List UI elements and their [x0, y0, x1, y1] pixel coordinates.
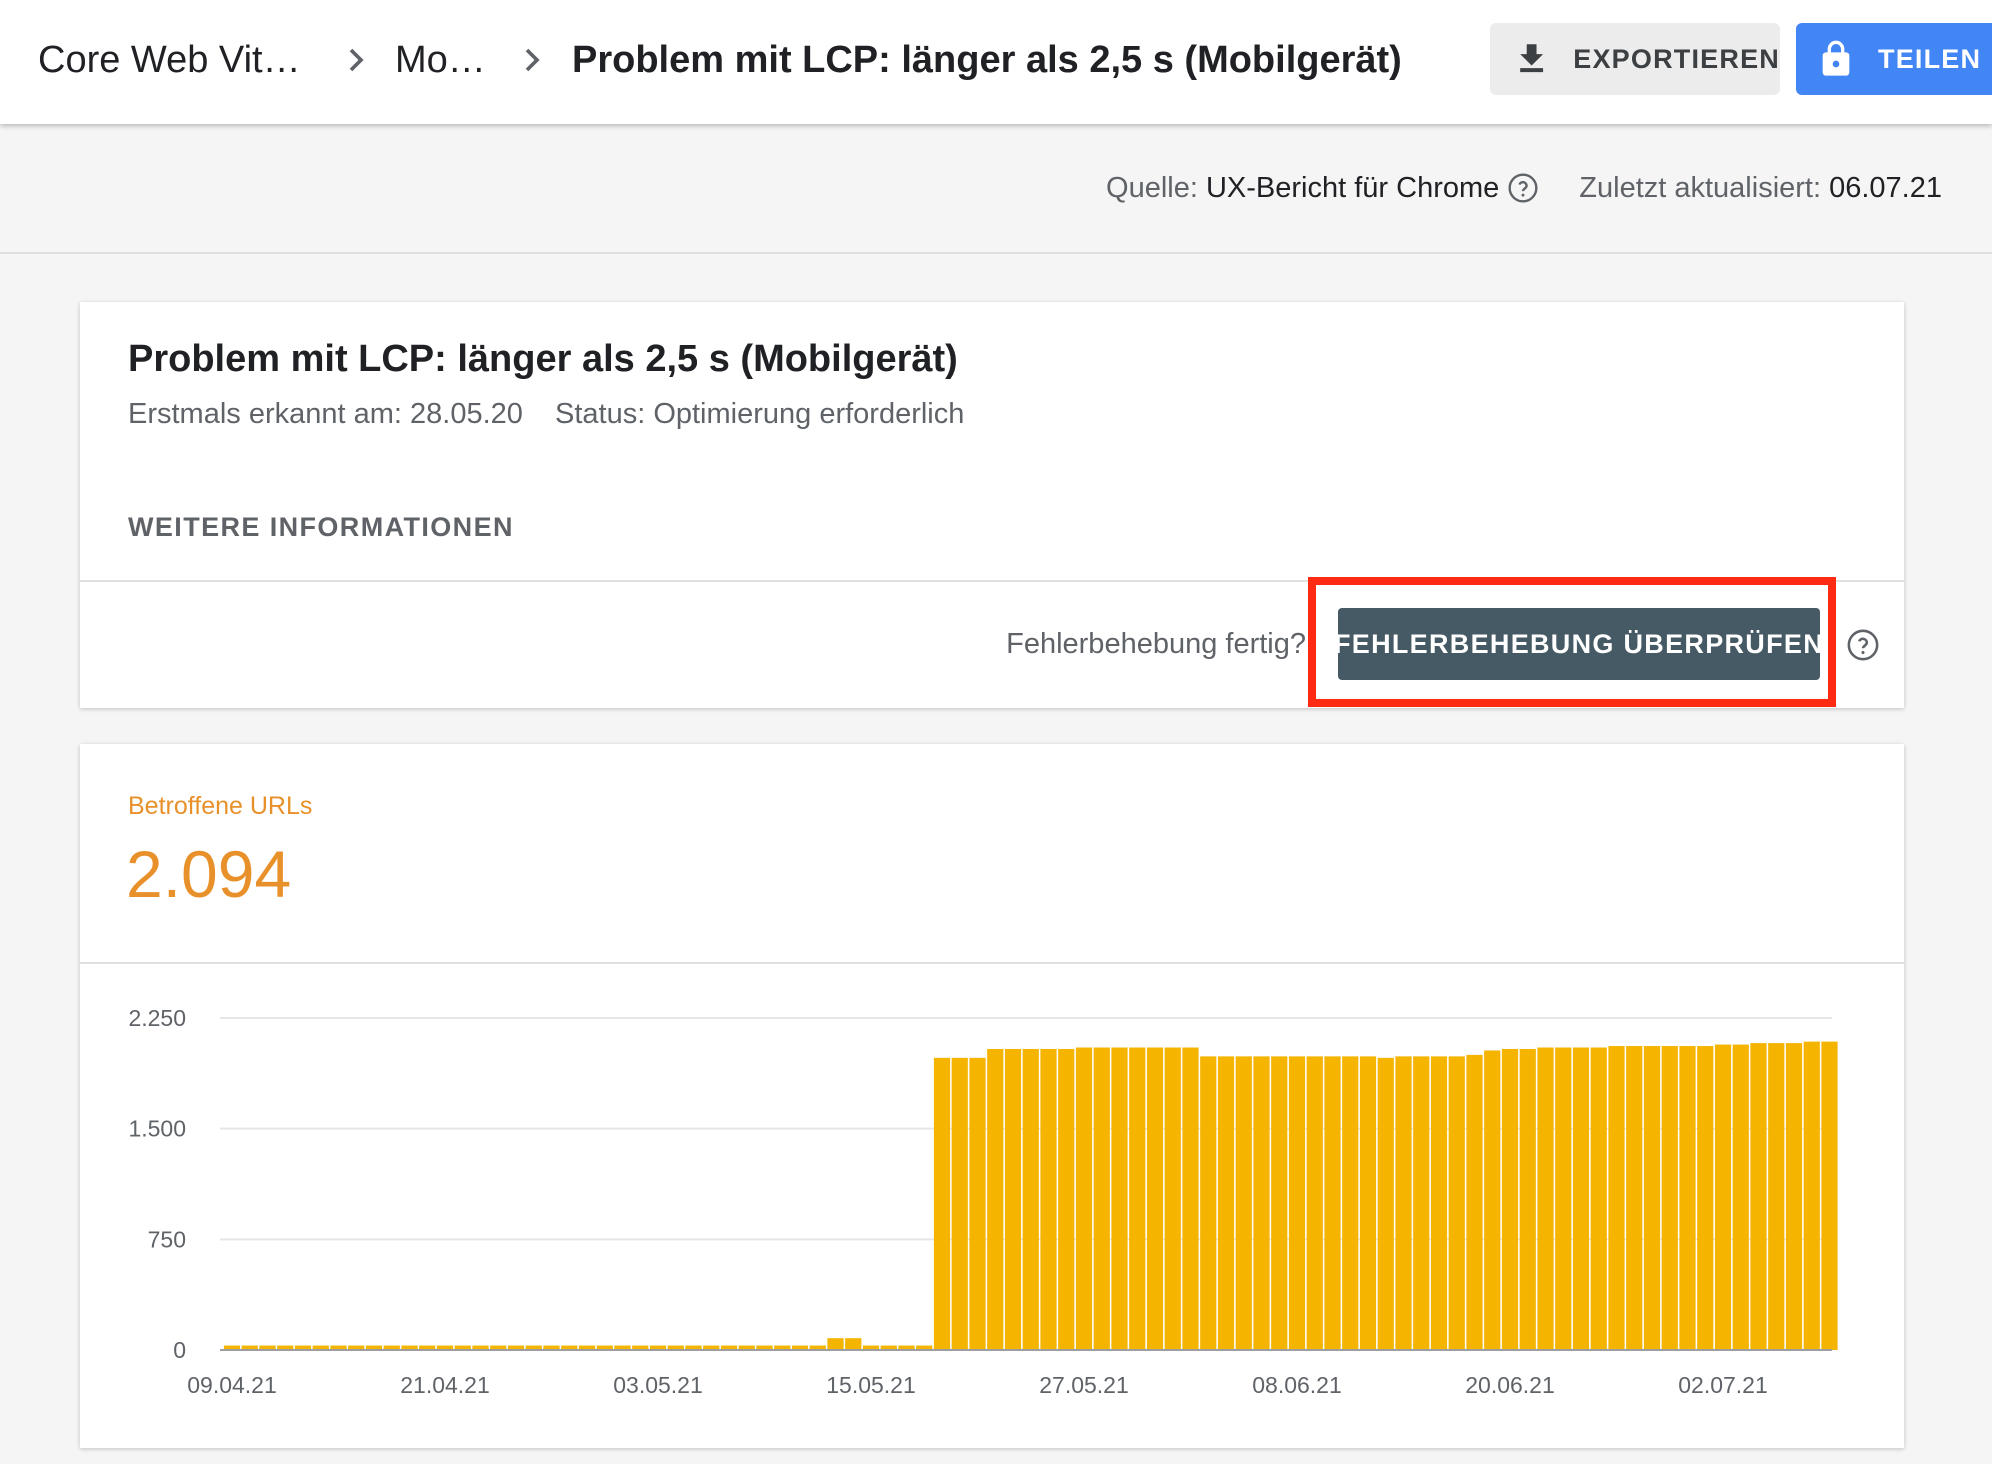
- bar: [1164, 1047, 1181, 1350]
- y-axis-tick-label: 1.500: [128, 1116, 186, 1142]
- breadcrumb-item-core-web-vitals[interactable]: Core Web Vit…: [38, 32, 301, 88]
- bar: [1555, 1047, 1572, 1350]
- x-axis-tick-label: 03.05.21: [613, 1372, 703, 1398]
- bar: [1626, 1046, 1643, 1350]
- bar: [987, 1048, 1004, 1350]
- y-axis-tick-label: 750: [148, 1226, 186, 1252]
- bar: [1146, 1047, 1164, 1350]
- bar: [1288, 1056, 1306, 1350]
- bar: [1430, 1056, 1448, 1350]
- x-axis-tick-label: 27.05.21: [1039, 1372, 1129, 1398]
- bar: [1714, 1044, 1732, 1350]
- bar: [1697, 1046, 1714, 1350]
- bar: [1661, 1046, 1678, 1350]
- bar: [1501, 1048, 1519, 1350]
- bar: [933, 1057, 951, 1350]
- bar: [1182, 1047, 1199, 1350]
- bar: [1111, 1047, 1128, 1350]
- bar: [1679, 1046, 1696, 1350]
- top-header: Core Web Vit… Mo… Problem mit LCP: länge…: [0, 0, 1992, 124]
- status-text: Status: Optimierung erforderlich: [554, 398, 965, 430]
- bar: [1821, 1041, 1838, 1350]
- more-info-link[interactable]: WEITERE INFORMATIONEN: [128, 512, 514, 543]
- bar: [1572, 1047, 1590, 1350]
- y-axis-tick-label: 2.250: [128, 1005, 186, 1031]
- updated-value: 06.07.21: [1829, 171, 1942, 204]
- help-icon[interactable]: [1507, 172, 1539, 204]
- x-axis-tick-label: 02.07.21: [1678, 1372, 1768, 1398]
- bar: [1768, 1043, 1785, 1350]
- source-value: UX-Bericht für Chrome: [1205, 171, 1500, 204]
- first-detected-text: Erstmals erkannt am: 28.05.20: [128, 398, 523, 430]
- source-prefix: Quelle:: [1106, 171, 1198, 204]
- bar: [1075, 1047, 1093, 1350]
- bar: [1519, 1048, 1536, 1350]
- export-button-label: EXPORTIEREN: [1573, 43, 1780, 74]
- bar: [1359, 1056, 1377, 1350]
- affected-urls-bar-chart: 0 750 1.500 2.250 09.04.21 21.04.21 03.05.21 15…: [128, 1005, 1838, 1398]
- bar: [1537, 1047, 1554, 1350]
- bar: [1253, 1056, 1270, 1350]
- bar: [1217, 1056, 1235, 1350]
- bar: [1342, 1056, 1359, 1350]
- bar: [1058, 1048, 1075, 1350]
- bar: [1643, 1046, 1661, 1350]
- bar: [969, 1057, 986, 1350]
- issue-title: Problem mit LCP: länger als 2,5 s (Mobil…: [128, 338, 958, 380]
- x-axis-tick-label: 08.06.21: [1252, 1372, 1342, 1398]
- bar: [1022, 1048, 1039, 1350]
- help-icon[interactable]: [1846, 628, 1880, 662]
- bar: [951, 1057, 968, 1350]
- breadcrumb-item-mobile[interactable]: Mo…: [395, 32, 486, 88]
- bar: [1484, 1050, 1501, 1350]
- updated-prefix: Zuletzt aktualisiert:: [1579, 171, 1822, 204]
- bar: [1377, 1057, 1394, 1350]
- highlight-annotation-box: [1308, 577, 1836, 707]
- bar: [827, 1338, 844, 1350]
- source-info-bar: Quelle: UX-Bericht für Chrome Zuletzt ak…: [0, 124, 1992, 254]
- issue-meta: Erstmals erkannt am: 28.05.20 Status: Op…: [128, 398, 964, 431]
- source-info-line: Quelle: UX-Bericht für Chrome Zuletzt ak…: [1106, 168, 1942, 208]
- bar: [1608, 1046, 1625, 1350]
- bar: [1004, 1048, 1022, 1350]
- bar: [1093, 1047, 1110, 1350]
- bar: [1466, 1054, 1483, 1350]
- bar: [1040, 1048, 1057, 1350]
- download-icon: [1520, 44, 1544, 73]
- bar: [1732, 1044, 1749, 1350]
- bar: [1590, 1047, 1607, 1350]
- bar: [1750, 1043, 1767, 1350]
- x-axis-tick-label: 15.05.21: [826, 1372, 916, 1398]
- bar: [1235, 1056, 1252, 1350]
- breadcrumb-current-page: Problem mit LCP: länger als 2,5 s (Mobil…: [572, 39, 1402, 81]
- bar: [1324, 1056, 1341, 1350]
- bar: [1306, 1056, 1323, 1350]
- lock-icon: [1822, 40, 1850, 76]
- x-axis-tick-label: 09.04.21: [187, 1372, 277, 1398]
- fix-question-text: Fehlerbehebung fertig?: [1006, 628, 1306, 660]
- bar: [1803, 1041, 1820, 1350]
- bar: [1395, 1056, 1412, 1350]
- x-axis-tick-label: 21.04.21: [400, 1372, 490, 1398]
- bar: [1200, 1056, 1217, 1350]
- export-button[interactable]: EXPORTIEREN: [1490, 23, 1780, 95]
- bar: [1785, 1043, 1803, 1350]
- bar: [1413, 1056, 1430, 1350]
- affected-urls-count: 2.094: [126, 837, 292, 911]
- bar: [1271, 1056, 1288, 1350]
- y-axis-tick-label: 0: [173, 1337, 186, 1363]
- issue-card: Problem mit LCP: länger als 2,5 s (Mobil…: [80, 302, 1904, 708]
- share-button[interactable]: TEILEN: [1796, 23, 1992, 95]
- chevron-right-icon: [336, 40, 376, 80]
- affected-urls-card: Betroffene URLs 2.094 0 750 1.500 2.250 09.0…: [80, 744, 1904, 1448]
- x-axis-tick-label: 20.06.21: [1465, 1372, 1555, 1398]
- share-button-label: TEILEN: [1878, 43, 1982, 74]
- bar: [845, 1338, 862, 1350]
- bar: [1129, 1047, 1146, 1350]
- affected-urls-label: Betroffene URLs: [128, 792, 313, 820]
- chevron-right-icon: [512, 40, 552, 80]
- bar: [1448, 1056, 1465, 1350]
